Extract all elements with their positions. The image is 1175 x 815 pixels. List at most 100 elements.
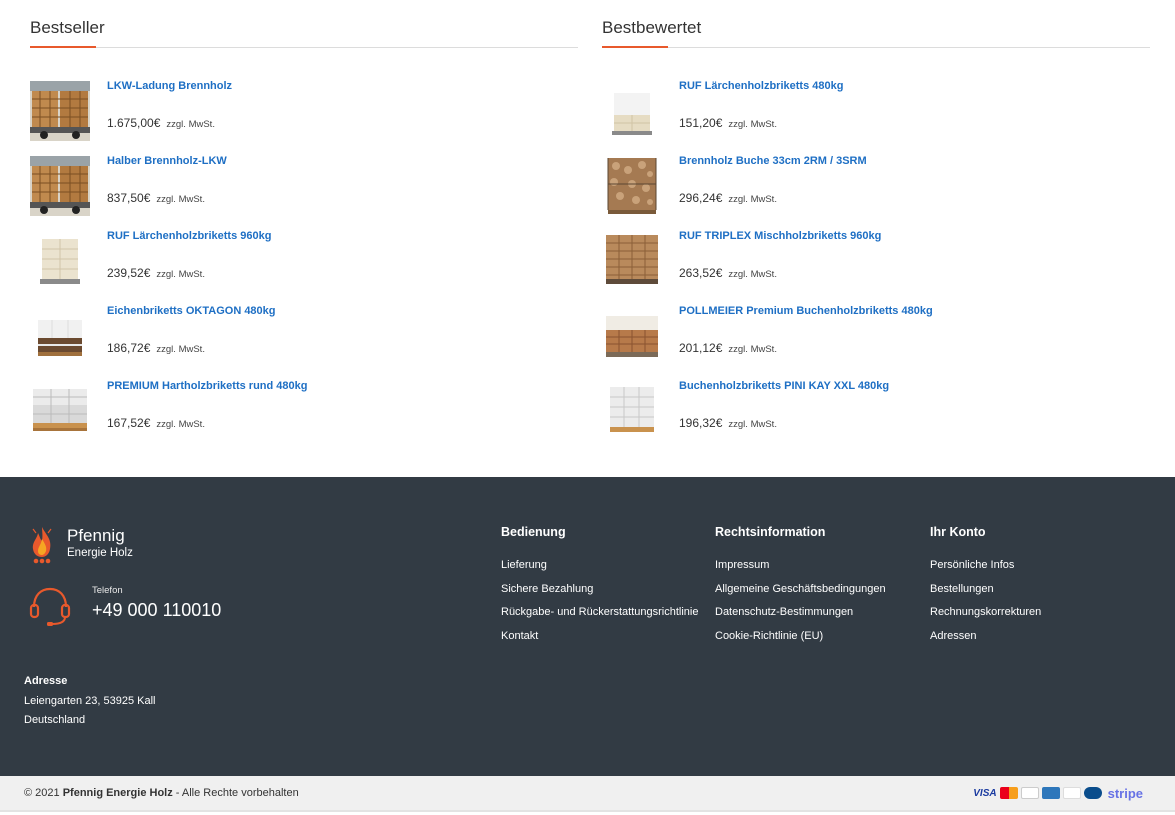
address-block: Adresse Leiengarten 23, 53925 Kall Deuts… — [24, 672, 156, 731]
product-item: Eichenbriketts OKTAGON 480kg 186,72€ zzgl… — [30, 304, 578, 379]
product-thumbnail-truck[interactable] — [30, 156, 90, 216]
price-value: 263,52€ — [679, 266, 723, 280]
headset-icon — [29, 587, 71, 626]
product-name-link[interactable]: Halber Brennholz-LKW — [107, 155, 227, 167]
product-thumbnail-truck[interactable] — [30, 81, 90, 141]
tax-note: zzgl. MwSt. — [156, 419, 205, 430]
footer-link[interactable]: Allgemeine Geschäftsbedingungen — [715, 582, 886, 606]
product-name-link[interactable]: RUF TRIPLEX Mischholzbriketts 960kg — [679, 230, 881, 242]
footer-link[interactable]: Rechnungskorrekturen — [930, 605, 1041, 629]
footer-column-title: Ihr Konto — [930, 525, 986, 539]
product-thumbnail-pallet[interactable] — [602, 306, 662, 366]
title-divider — [30, 46, 578, 48]
product-price: 201,12€ zzgl. MwSt. — [679, 341, 777, 355]
flame-icon — [32, 527, 52, 564]
footer-link[interactable]: Cookie-Richtlinie (EU) — [715, 629, 886, 653]
footer-column-ihr-konto: Ihr Konto Persönliche Infos Bestellungen… — [930, 525, 1041, 653]
product-price: 196,32€ zzgl. MwSt. — [679, 416, 777, 430]
tax-note: zzgl. MwSt. — [156, 194, 205, 205]
product-name-link[interactable]: LKW-Ladung Brennholz — [107, 80, 232, 92]
tax-note: zzgl. MwSt. — [728, 269, 777, 280]
product-thumbnail-pallet[interactable] — [30, 306, 90, 366]
footer-link[interactable]: Kontakt — [501, 629, 699, 653]
address-title: Adresse — [24, 675, 68, 687]
dinersclub-icon — [1083, 787, 1102, 799]
footer-link[interactable]: Adressen — [930, 629, 1041, 653]
price-value: 151,20€ — [679, 116, 723, 130]
footer-column-title: Rechtsinformation — [715, 525, 826, 539]
product-name-link[interactable]: Eichenbriketts OKTAGON 480kg — [107, 305, 276, 317]
tax-note: zzgl. MwSt. — [728, 419, 777, 430]
product-thumbnail-pallet[interactable] — [30, 381, 90, 441]
phone-block: Telefon +49 000 110010 — [28, 583, 288, 627]
address-line: Leiengarten 23, 53925 Kall — [24, 694, 156, 707]
product-item: POLLMEIER Premium Buchenholzbriketts 480… — [602, 304, 1150, 379]
tax-note: zzgl. MwSt. — [728, 344, 777, 355]
bestbewertet-column: Bestbewertet RUF Lärchenholzbriketts 480… — [602, 0, 1150, 454]
footer-logo[interactable]: Pfennig Energie Holz — [28, 525, 168, 565]
product-item: Buchenholzbriketts PINI KAY XXL 480kg 19… — [602, 379, 1150, 454]
bestseller-column: Bestseller LKW-Ladung Brennholz 1.675,00… — [30, 0, 578, 454]
maestro-icon — [1062, 787, 1081, 799]
product-item: Brennholz Buche 33cm 2RM / 3SRM 296,24€ z… — [602, 154, 1150, 229]
copyright-year: © 2021 — [24, 787, 60, 799]
phone-label: Telefon — [92, 585, 123, 596]
footer-link[interactable]: Persönliche Infos — [930, 558, 1041, 582]
product-price: 167,52€ zzgl. MwSt. — [107, 416, 205, 430]
mastercard-icon — [999, 787, 1018, 799]
amex-icon — [1041, 787, 1060, 799]
footer-link[interactable]: Datenschutz-Bestimmungen — [715, 605, 886, 629]
tax-note: zzgl. MwSt. — [156, 269, 205, 280]
product-name-link[interactable]: PREMIUM Hartholzbriketts rund 480kg — [107, 380, 307, 392]
tax-note: zzgl. MwSt. — [728, 194, 777, 205]
product-name-link[interactable]: RUF Lärchenholzbriketts 480kg — [679, 80, 843, 92]
title-accent — [602, 46, 668, 48]
price-value: 196,32€ — [679, 416, 723, 430]
footer-link[interactable]: Bestellungen — [930, 582, 1041, 606]
footer-link[interactable]: Impressum — [715, 558, 886, 582]
product-name-link[interactable]: Brennholz Buche 33cm 2RM / 3SRM — [679, 155, 867, 167]
footer-link[interactable]: Sichere Bezahlung — [501, 582, 699, 606]
tax-note: zzgl. MwSt. — [156, 344, 205, 355]
price-value: 296,24€ — [679, 191, 723, 205]
bestseller-title: Bestseller — [30, 18, 105, 37]
payment-methods: VISA stripe — [973, 785, 1143, 801]
footer-column-rechtsinformation: Rechtsinformation Impressum Allgemeine G… — [715, 525, 886, 653]
footer-column-title: Bedienung — [501, 525, 566, 539]
footer-link[interactable]: Rückgabe- und Rückerstattungsrichtlinie — [501, 605, 699, 629]
product-thumbnail-firewood[interactable] — [602, 156, 662, 216]
footer-link[interactable]: Lieferung — [501, 558, 699, 582]
bestbewertet-title: Bestbewertet — [602, 18, 702, 37]
product-name-link[interactable]: POLLMEIER Premium Buchenholzbriketts 480… — [679, 305, 933, 317]
price-value: 239,52€ — [107, 266, 151, 280]
product-thumbnail-pallet[interactable] — [30, 231, 90, 291]
footer-column-bedienung: Bedienung Lieferung Sichere Bezahlung Rü… — [501, 525, 699, 653]
product-price: 151,20€ zzgl. MwSt. — [679, 116, 777, 130]
price-value: 201,12€ — [679, 341, 723, 355]
title-divider — [602, 46, 1150, 48]
phone-number-link[interactable]: +49 000 110010 — [92, 600, 221, 621]
product-thumbnail-pallet[interactable] — [602, 81, 662, 141]
product-item: RUF Lärchenholzbriketts 480kg 151,20€ zzg… — [602, 79, 1150, 154]
product-thumbnail-pallet[interactable] — [602, 381, 662, 441]
product-price: 263,52€ zzgl. MwSt. — [679, 266, 777, 280]
product-name-link[interactable]: Buchenholzbriketts PINI KAY XXL 480kg — [679, 380, 889, 392]
tax-note: zzgl. MwSt. — [166, 119, 215, 130]
copyright-bar: © 2021 Pfennig Energie Holz - Alle Recht… — [0, 776, 1175, 812]
stripe-icon: stripe — [1107, 785, 1143, 801]
product-thumbnail-pallet[interactable] — [602, 231, 662, 291]
price-value: 1.675,00€ — [107, 116, 161, 130]
product-name-link[interactable]: RUF Lärchenholzbriketts 960kg — [107, 230, 271, 242]
copyright-text: © 2021 Pfennig Energie Holz - Alle Recht… — [24, 787, 299, 799]
title-accent — [30, 46, 96, 48]
product-price: 1.675,00€ zzgl. MwSt. — [107, 116, 215, 130]
product-item: RUF Lärchenholzbriketts 960kg 239,52€ zzg… — [30, 229, 578, 304]
site-footer: Pfennig Energie Holz Telefon +49 000 110… — [0, 477, 1175, 776]
address-country: Deutschland — [24, 714, 86, 726]
discover-icon — [1020, 787, 1039, 799]
product-section: Bestseller LKW-Ladung Brennholz 1.675,00… — [0, 0, 1175, 477]
product-price: 837,50€ zzgl. MwSt. — [107, 191, 205, 205]
product-item: Halber Brennholz-LKW 837,50€ zzgl. MwSt. — [30, 154, 578, 229]
product-item: LKW-Ladung Brennholz 1.675,00€ zzgl. MwSt… — [30, 79, 578, 154]
logo-text-line2: Energie Holz — [67, 547, 133, 559]
